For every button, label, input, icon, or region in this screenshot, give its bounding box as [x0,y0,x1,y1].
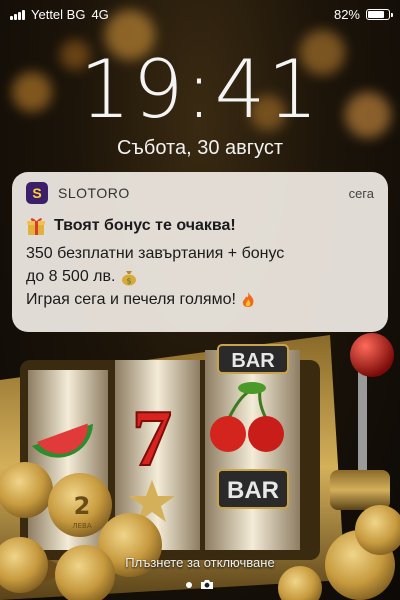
lever-arm [358,370,367,480]
notification-time: сега [348,185,374,201]
lock-date: Събота, 30 август [116,137,284,159]
notification-line-3: Играя сега и печеля голямо! [26,291,236,308]
coin-label: ЛЕВА [72,522,91,530]
battery-percentage: 82% [333,7,360,22]
page-indicator [0,579,400,590]
notification-line-1: 350 безплатни завъртания + бонус [26,245,285,262]
page-dot [186,581,192,588]
notification-card[interactable]: S SLOTORO сега Твоят бонус те очаква! 35… [12,172,388,332]
unlock-hint: Плъзнете за отключване [125,555,275,570]
money-bag-icon: $ [121,270,136,286]
camera-icon[interactable] [200,579,214,590]
notification-title: Твоят бонус те очаква! [54,217,236,234]
reel-symbol-bar-top: BAR [231,350,275,372]
reel-symbol-bar-bottom: BAR [227,477,279,504]
status-bar: Yettel BG 4G 82% [0,0,400,28]
reel-right [205,350,300,550]
lever-knob [350,333,394,377]
network-type: 4G [91,7,109,22]
coin-value: 2 [74,492,91,520]
carrier-name: Yettel BG [31,7,86,22]
notification-app-name: SLOTORO [58,185,130,201]
notification-line-2: до 8 500 лв. [26,268,116,285]
fire-icon [243,291,254,307]
lock-clock: 19:41 [79,43,321,136]
battery-icon [366,9,393,20]
reel-symbol-seven: 7 [132,395,172,483]
gift-icon [27,218,45,235]
app-icon: S [26,182,48,204]
svg-text:$: $ [126,276,131,285]
signal-icon [10,9,25,20]
